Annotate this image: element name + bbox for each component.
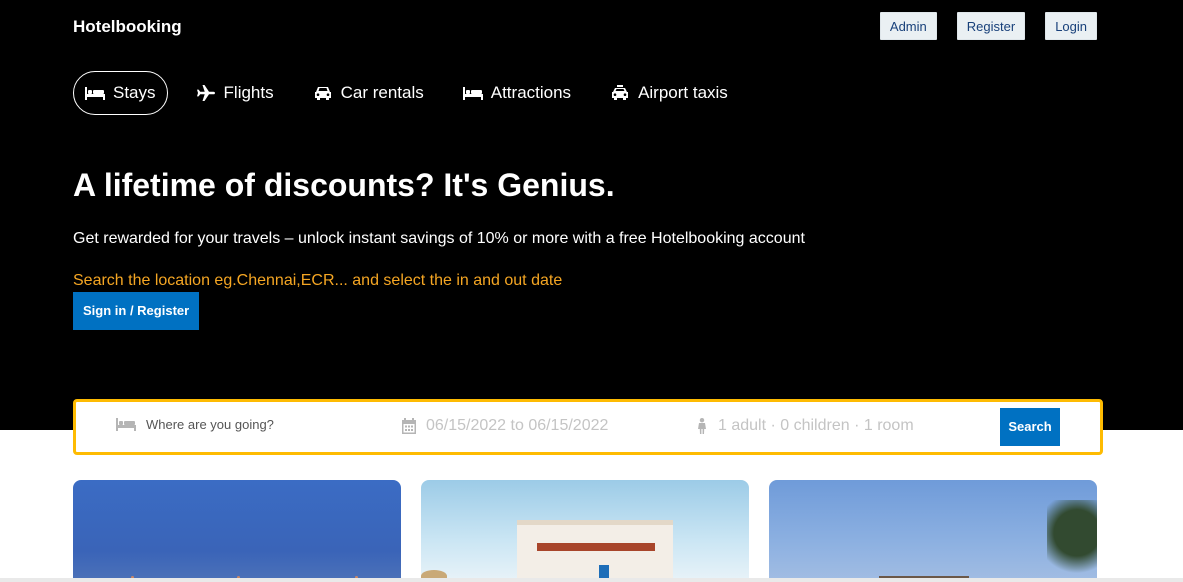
category-tabs: Stays Flights Car rentals Attractions Ai… [73,71,756,115]
bed-icon [116,418,136,431]
tab-label: Attractions [490,83,572,102]
register-button[interactable]: Register [956,12,1026,40]
date-range-field[interactable]: 06/15/2022 to 06/15/2022 [402,417,608,435]
tab-airport-taxis[interactable]: Airport taxis [599,71,739,115]
destination-input[interactable] [146,416,346,432]
hero-headline: A lifetime of discounts? It's Genius. [73,167,615,203]
admin-button[interactable]: Admin [879,12,937,40]
login-button[interactable]: Login [1045,12,1097,40]
sign-in-register-button[interactable]: Sign in / Register [73,292,200,330]
person-icon [698,418,706,434]
tab-attractions[interactable]: Attractions [452,71,582,115]
taxi-icon [612,85,629,100]
page-bottom-edge [0,578,1183,582]
featured-card[interactable] [73,480,401,582]
tab-label: Airport taxis [638,83,728,102]
page: Hotelbooking Admin Register Login Stays … [0,0,1183,582]
car-icon [314,87,331,100]
date-range-text: 06/15/2022 to 06/15/2022 [426,417,609,434]
header-actions: Admin Register Login [879,12,1097,40]
hero-section: Hotelbooking Admin Register Login Stays … [0,0,1183,430]
guests-text: 1 adult · 0 children · 1 room [718,417,914,434]
tab-label: Stays [113,83,156,102]
featured-card[interactable] [421,480,749,582]
featured-cards [73,480,1097,582]
search-button[interactable]: Search [1000,408,1060,446]
search-hint: Search the location eg.Chennai,ECR... an… [73,272,563,289]
hero-subtitle: Get rewarded for your travels – unlock i… [73,230,805,247]
navbar: Hotelbooking Admin Register Login [73,0,1097,50]
bed-icon [462,87,483,100]
featured-card[interactable] [769,480,1097,582]
guests-field[interactable]: 1 adult · 0 children · 1 room [696,417,914,435]
tree-image [1047,500,1097,582]
tab-car-rentals[interactable]: Car rentals [302,71,435,115]
logo[interactable]: Hotelbooking [73,17,182,37]
tab-label: Flights [223,83,274,102]
bed-icon [85,87,105,100]
tab-label: Car rentals [340,83,424,102]
tab-stays[interactable]: Stays [73,71,168,115]
building-image [517,520,673,582]
tab-flights[interactable]: Flights [185,71,285,115]
search-bar: 06/15/2022 to 06/15/2022 1 adult · 0 chi… [73,399,1103,455]
destination-field[interactable] [116,416,346,432]
plane-icon [196,85,215,101]
calendar-icon [402,418,416,434]
